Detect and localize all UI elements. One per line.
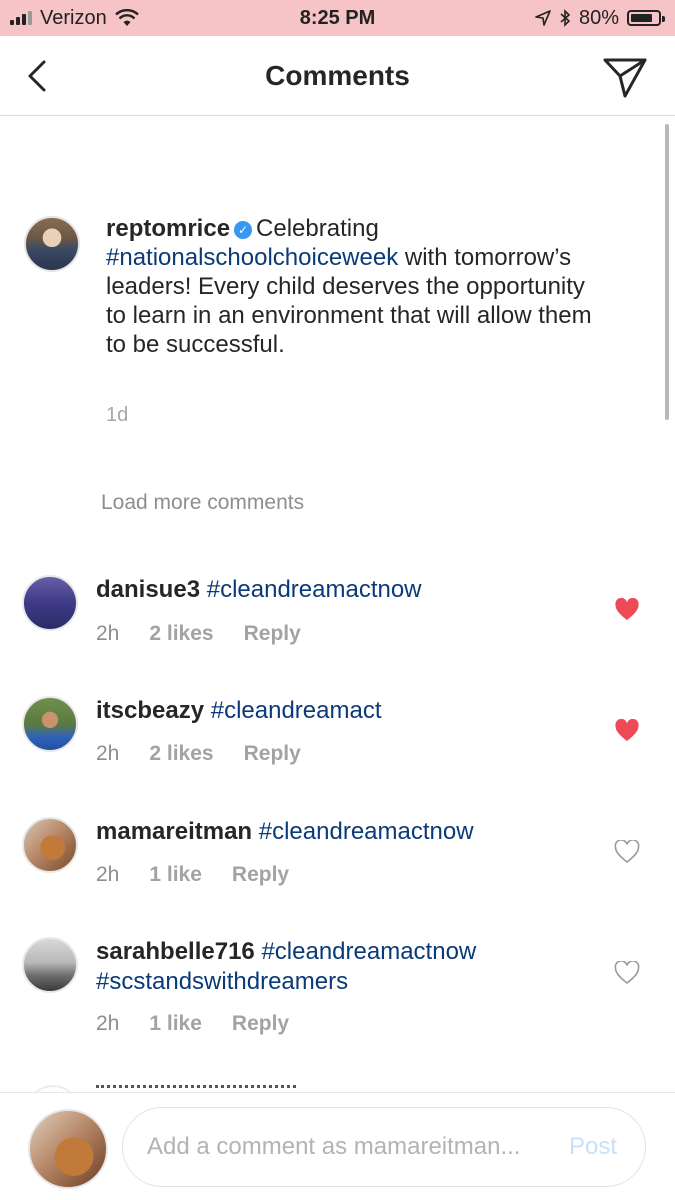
comment-hashtag[interactable]: #cleandreamact — [211, 697, 382, 724]
comment-text: itscbeazy #cleandreamact — [96, 696, 536, 726]
caption-text: reptomrice ✓ Celebrating #nationalschoolch… — [106, 214, 596, 359]
comment-username[interactable]: danisue3 — [96, 576, 200, 603]
carrier-name: Verizon — [40, 6, 107, 29]
comment-meta: 2h 2 likes Reply — [96, 622, 301, 646]
comment-hashtag[interactable]: #cleandreamactnow — [261, 938, 476, 965]
comment-time: 2h — [96, 863, 120, 886]
avatar[interactable] — [24, 216, 80, 272]
comment-time: 2h — [96, 1012, 120, 1035]
status-left: Verizon — [10, 7, 139, 30]
heart-icon[interactable] — [614, 719, 640, 743]
avatar[interactable] — [22, 937, 78, 993]
comment-meta: 2h 2 likes Reply — [96, 742, 301, 766]
post-button[interactable]: Post — [569, 1133, 617, 1161]
heart-icon[interactable] — [614, 840, 640, 864]
comment-hashtag[interactable]: #cleandreamactnow — [207, 576, 422, 603]
verified-badge-icon: ✓ — [234, 221, 253, 239]
comment-likes[interactable]: 1 like — [149, 1012, 202, 1036]
reply-button[interactable]: Reply — [244, 742, 301, 766]
caption-username[interactable]: reptomrice — [106, 215, 230, 242]
comment-meta: 2h 1 like Reply — [96, 1012, 289, 1036]
avatar[interactable] — [22, 696, 78, 752]
comment-username[interactable]: mamareitman — [96, 818, 252, 845]
direct-share-icon[interactable] — [601, 54, 649, 100]
location-arrow-icon — [535, 10, 551, 26]
status-bar: Verizon 8:25 PM 80% — [0, 0, 675, 36]
page-title: Comments — [265, 60, 410, 91]
heart-icon[interactable] — [614, 961, 640, 985]
comment-text-peek — [96, 1085, 296, 1092]
comment-text: sarahbelle716 #cleandreamactnow #scstand… — [96, 937, 536, 997]
avatar[interactable] — [22, 575, 78, 631]
comment-composer: Post — [0, 1092, 675, 1200]
reply-button[interactable]: Reply — [232, 1012, 289, 1036]
comment-likes[interactable]: 1 like — [149, 863, 202, 887]
load-more-comments-button[interactable]: Load more comments — [101, 491, 304, 515]
comment-time: 2h — [96, 742, 120, 765]
comment-input[interactable] — [122, 1107, 646, 1187]
comment-hashtag-2[interactable]: #scstandswithdreamers — [96, 968, 348, 995]
reply-button[interactable]: Reply — [232, 863, 289, 887]
status-right: 80% — [535, 6, 665, 30]
wifi-icon — [114, 9, 139, 26]
bluetooth-icon — [560, 9, 571, 27]
avatar — [28, 1109, 108, 1189]
comment-hashtag[interactable]: #cleandreamactnow — [259, 818, 474, 845]
battery-icon — [627, 10, 665, 26]
avatar[interactable] — [22, 817, 78, 873]
signal-icon — [10, 11, 32, 25]
battery-fill — [631, 14, 652, 22]
comment-likes[interactable]: 2 likes — [149, 742, 213, 766]
comment-username[interactable]: itscbeazy — [96, 697, 204, 724]
comment-time: 2h — [96, 622, 120, 645]
caption-hashtag[interactable]: #nationalschoolchoiceweek — [106, 244, 398, 271]
caption-text-before: Celebrating — [256, 215, 379, 242]
navigation-bar: Comments — [0, 36, 675, 116]
battery-percent: 80% — [578, 6, 619, 29]
heart-icon[interactable] — [614, 598, 640, 622]
comment-likes[interactable]: 2 likes — [149, 622, 213, 646]
reply-button[interactable]: Reply — [244, 622, 301, 646]
scroll-indicator[interactable] — [665, 124, 669, 420]
comment-username[interactable]: sarahbelle716 — [96, 938, 255, 965]
comment-meta: 2h 1 like Reply — [96, 863, 289, 887]
comment-text: mamareitman #cleandreamactnow — [96, 817, 536, 847]
caption-timestamp: 1d — [106, 404, 129, 426]
comment-text: danisue3 #cleandreamactnow — [96, 575, 536, 605]
